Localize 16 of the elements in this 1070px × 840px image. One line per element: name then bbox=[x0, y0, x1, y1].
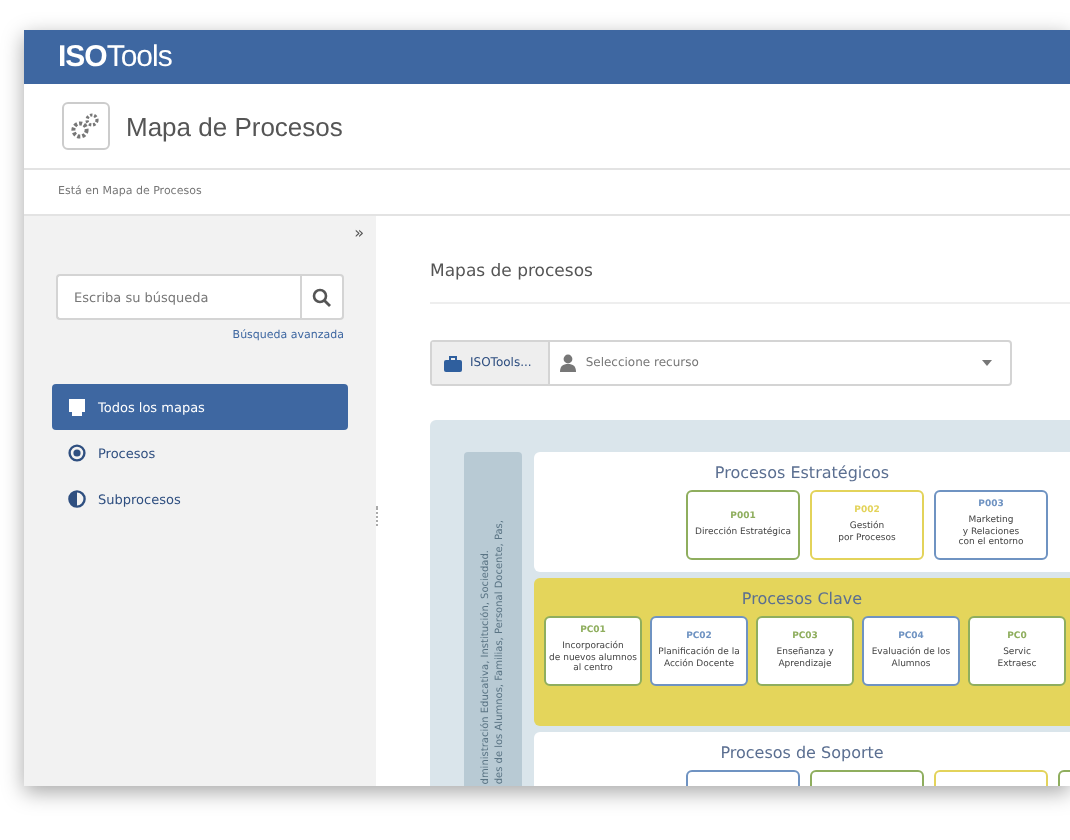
search-icon[interactable] bbox=[300, 274, 344, 320]
person-icon bbox=[559, 354, 576, 372]
briefcase-icon bbox=[444, 355, 462, 371]
target-icon bbox=[68, 444, 86, 462]
map-icon bbox=[68, 398, 86, 416]
collapse-toggle[interactable]: » bbox=[354, 224, 364, 242]
resize-handle[interactable] bbox=[376, 506, 382, 526]
logo[interactable]: ISOTools bbox=[58, 40, 172, 74]
section-title: Procesos de Soporte bbox=[720, 744, 884, 762]
page-title: Mapa de Procesos bbox=[126, 111, 343, 141]
section-title: Procesos Clave bbox=[741, 590, 863, 608]
half-circle-icon bbox=[68, 490, 86, 508]
section-heading: Mapas de procesos bbox=[430, 262, 593, 282]
gears-icon bbox=[62, 102, 110, 150]
section-title: Procesos Estratégicos bbox=[714, 464, 890, 482]
caret-icon bbox=[982, 360, 992, 366]
